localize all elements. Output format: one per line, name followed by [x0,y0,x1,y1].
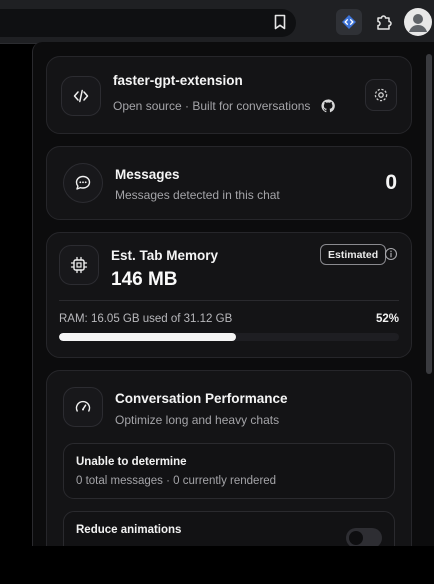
gauge-icon [63,387,103,427]
ram-usage-text: RAM: 16.05 GB used of 31.12 GB [59,313,233,325]
messages-title: Messages [115,167,180,182]
toggle-knob [349,531,363,545]
browser-toolbar [0,0,434,44]
extension-code-icon[interactable] [336,9,362,35]
performance-card: Conversation Performance Optimize long a… [46,370,412,546]
memory-card: Est. Tab Memory 146 MB Estimated RAM: 16… [46,232,412,358]
code-icon [61,76,101,116]
github-icon[interactable] [321,99,335,113]
performance-subtitle: Optimize long and heavy chats [115,413,280,427]
extension-popup: faster-gpt-extension Open source · Built… [32,42,434,546]
settings-button[interactable] [365,79,397,111]
gear-icon [374,88,388,102]
performance-status: Unable to determine 0 total messages · 0… [63,443,395,499]
chat-bubble-icon [63,163,103,203]
header-card: faster-gpt-extension Open source · Built… [46,56,412,134]
status-title: Unable to determine [76,456,187,468]
chip-icon [59,245,99,285]
status-detail: 0 total messages · 0 currently rendered [76,475,277,487]
message-count: 0 [385,171,397,194]
bookmark-icon[interactable] [268,10,292,34]
extension-subtitle: Open source · Built for conversations [113,99,311,113]
info-icon[interactable] [384,247,398,261]
messages-subtitle: Messages detected in this chat [115,188,280,202]
estimated-badge: Estimated [320,244,387,265]
reduce-animations-row: Reduce animations [63,511,395,546]
messages-card: Messages Messages detected in this chat … [46,146,412,220]
ram-progress-bar [59,333,399,341]
scrollbar[interactable] [426,54,432,374]
extension-title: faster-gpt-extension [113,73,243,88]
address-bar[interactable] [0,9,296,37]
reduce-animations-toggle[interactable] [346,528,382,546]
memory-value: 146 MB [111,269,178,290]
reduce-animations-label: Reduce animations [76,524,182,536]
ram-progress-fill [59,333,236,341]
avatar-icon[interactable] [404,8,432,36]
performance-title: Conversation Performance [115,391,288,406]
puzzle-icon[interactable] [372,10,396,34]
memory-title: Est. Tab Memory [111,248,219,263]
ram-usage-percent: 52% [375,313,399,325]
divider [59,300,399,301]
